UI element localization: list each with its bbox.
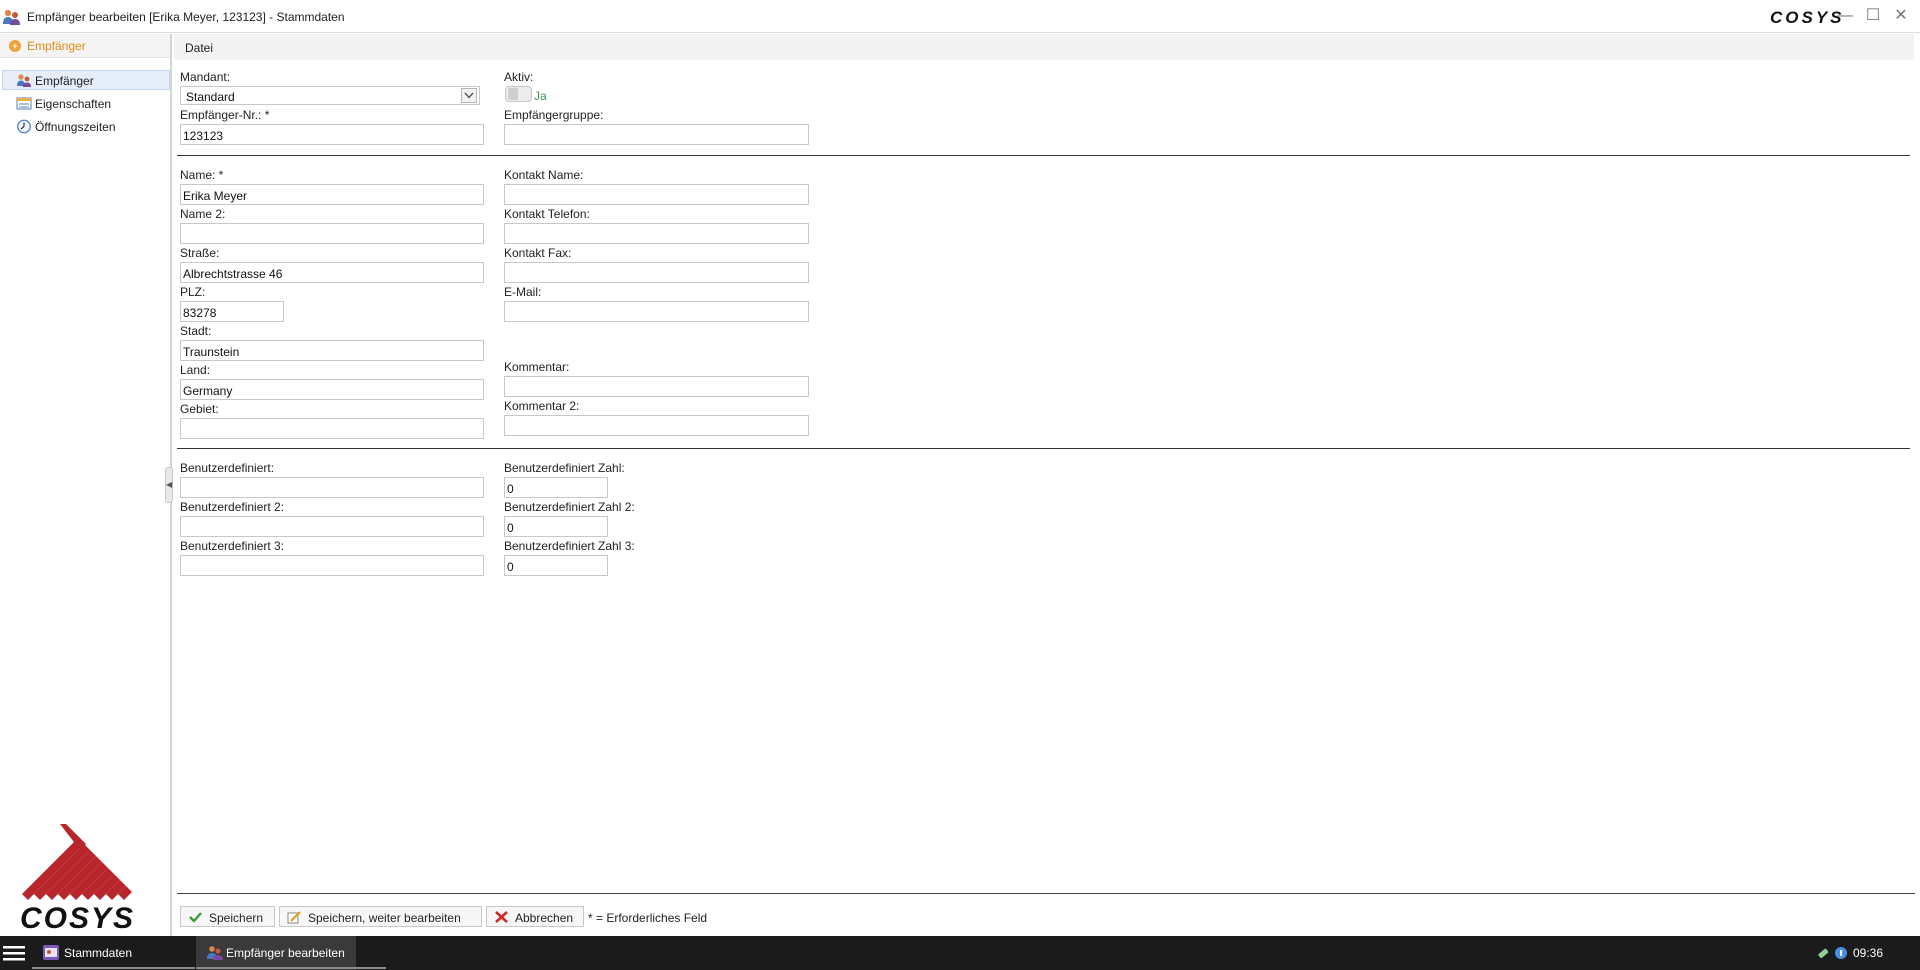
empfaenger-nr-input[interactable] [180, 124, 484, 145]
benutzerdefiniert-zahl2-input[interactable] [504, 516, 608, 537]
taskbar-clock: 09:36 [1853, 946, 1884, 960]
mandant-value: Standard [186, 90, 235, 104]
taskbar-item-stammdaten[interactable]: Stammdaten [32, 936, 195, 970]
kontakt-name-label: Kontakt Name: [504, 168, 584, 182]
taskbar: Stammdaten Empfänger bearbeiten 09:36 [0, 936, 1920, 970]
svg-text:COSYS: COSYS [20, 902, 135, 934]
email-input[interactable] [504, 301, 809, 322]
benutzerdefiniert3-input[interactable] [180, 555, 484, 576]
sidebar-header[interactable]: + Empfänger [0, 34, 170, 58]
plz-input[interactable] [180, 301, 284, 322]
sidebar-item-empfaenger[interactable]: Empfänger [2, 70, 170, 90]
benutzerdefiniert2-input[interactable] [180, 516, 484, 537]
benutzerdefiniert-zahl3-input[interactable] [504, 555, 608, 576]
strasse-label: Straße: [180, 246, 220, 260]
window-title: Empfänger bearbeiten [Erika Meyer, 12312… [27, 10, 345, 24]
recipient-app-icon [207, 946, 223, 960]
benutzerdefiniert-input[interactable] [180, 477, 484, 498]
save-button[interactable]: Speichern [180, 906, 275, 927]
land-input[interactable] [180, 379, 484, 400]
cancel-button[interactable]: Abbrechen [486, 906, 584, 927]
taskbar-item-label: Stammdaten [64, 946, 133, 960]
save-continue-button-label: Speichern, weiter bearbeiten [308, 911, 461, 925]
stadt-label: Stadt: [180, 324, 212, 338]
kontakt-name-input[interactable] [504, 184, 809, 205]
strasse-input[interactable] [180, 262, 484, 283]
chevron-down-icon[interactable] [461, 88, 477, 103]
plz-label: PLZ: [180, 285, 206, 299]
mandant-select[interactable]: Standard [180, 86, 480, 105]
maximize-button[interactable]: ☐ [1858, 4, 1888, 28]
menu-bar: Datei [174, 34, 1914, 60]
aktiv-toggle-label: Ja [534, 89, 547, 103]
task-indicator [196, 967, 386, 969]
expand-circle-icon: + [9, 40, 21, 52]
toggle-knob [508, 88, 518, 100]
required-field-note: * = Erforderliches Feld [588, 911, 708, 925]
start-menu-icon[interactable] [3, 944, 25, 962]
cosys-logo: COSYS [20, 824, 135, 934]
kommentar2-input[interactable] [504, 415, 809, 436]
sidebar-item-label: Empfänger [35, 74, 94, 88]
title-bar: Empfänger bearbeiten [Erika Meyer, 12312… [0, 0, 1920, 33]
edit-icon [287, 911, 301, 924]
benutzerdefiniert-zahl-input[interactable] [504, 477, 608, 498]
kommentar-input[interactable] [504, 376, 809, 397]
taskbar-item-empfaenger-bearbeiten[interactable]: Empfänger bearbeiten [196, 936, 356, 970]
benutzerdefiniert-zahl2-label: Benutzerdefiniert Zahl 2: [504, 500, 635, 514]
sidebar-item-label: Eigenschaften [35, 97, 112, 111]
system-tray-icons[interactable] [1816, 945, 1850, 961]
sidebar-item-eigenschaften[interactable]: Eigenschaften [2, 93, 170, 113]
name-label: Name: * [180, 168, 224, 182]
menu-datei[interactable]: Datei [185, 41, 213, 55]
recipient-icon [17, 74, 31, 87]
sidebar-item-oeffnungszeiten[interactable]: Öffnungszeiten [2, 116, 170, 136]
mandant-label: Mandant: [180, 70, 231, 84]
name-input[interactable] [180, 184, 484, 205]
minimize-button[interactable]: — [1830, 4, 1860, 28]
empfaengergruppe-input[interactable] [504, 124, 809, 145]
sidebar-collapse-handle[interactable]: ◀ [165, 467, 173, 503]
save-continue-button[interactable]: Speichern, weiter bearbeiten [279, 906, 482, 927]
checkmark-icon [189, 912, 202, 923]
empfaenger-nr-label: Empfänger-Nr.: * [180, 108, 270, 122]
empfaengergruppe-label: Empfängergruppe: [504, 108, 604, 122]
benutzerdefiniert-label: Benutzerdefiniert: [180, 461, 275, 475]
gebiet-label: Gebiet: [180, 402, 219, 416]
save-button-label: Speichern [209, 911, 264, 925]
sidebar-header-label: Empfänger [27, 39, 86, 53]
navigation-sidebar: + Empfänger Empfänger Eigenschaften Öffn… [0, 34, 172, 936]
kontakt-fax-label: Kontakt Fax: [504, 246, 572, 260]
cancel-button-label: Abbrechen [515, 911, 574, 925]
benutzerdefiniert-zahl3-label: Benutzerdefiniert Zahl 3: [504, 539, 635, 553]
footer-divider [177, 893, 1915, 894]
task-indicator [32, 967, 195, 969]
cancel-x-icon [495, 911, 508, 923]
benutzerdefiniert-zahl-label: Benutzerdefiniert Zahl: [504, 461, 625, 475]
kontakt-telefon-input[interactable] [504, 223, 809, 244]
gebiet-input[interactable] [180, 418, 484, 439]
kontakt-telefon-label: Kontakt Telefon: [504, 207, 590, 221]
kommentar2-label: Kommentar 2: [504, 399, 580, 413]
benutzerdefiniert3-label: Benutzerdefiniert 3: [180, 539, 285, 553]
email-label: E-Mail: [504, 285, 542, 299]
clock-icon [17, 119, 31, 134]
close-button[interactable]: ✕ [1886, 4, 1916, 28]
recipient-app-icon [3, 9, 20, 25]
section-divider [177, 448, 1910, 449]
land-label: Land: [180, 363, 211, 377]
aktiv-label: Aktiv: [504, 70, 534, 84]
kommentar-label: Kommentar: [504, 360, 570, 374]
sidebar-item-label: Öffnungszeiten [35, 120, 116, 134]
section-divider [177, 155, 1910, 156]
name2-input[interactable] [180, 223, 484, 244]
taskbar-item-label: Empfänger bearbeiten [226, 946, 345, 960]
stadt-input[interactable] [180, 340, 484, 361]
aktiv-toggle[interactable] [505, 86, 532, 102]
name2-label: Name 2: [180, 207, 226, 221]
kontakt-fax-input[interactable] [504, 262, 809, 283]
properties-icon [16, 97, 32, 110]
stammdaten-app-icon [43, 945, 59, 960]
benutzerdefiniert2-label: Benutzerdefiniert 2: [180, 500, 285, 514]
